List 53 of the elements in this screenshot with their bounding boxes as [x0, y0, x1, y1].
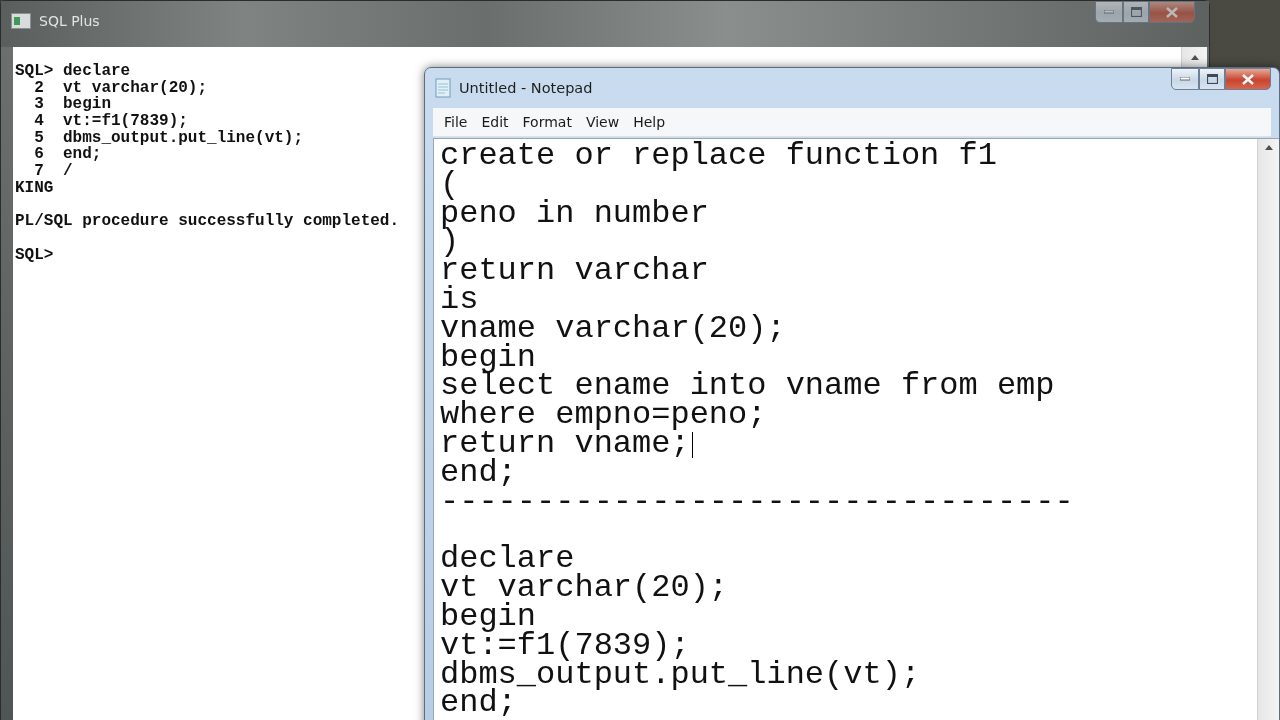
code-line: begin	[440, 344, 536, 371]
console-line: 4 vt:=f1(7839);	[33, 113, 188, 130]
scrollbar[interactable]	[1257, 139, 1279, 720]
code-line: ---------------------------------	[440, 488, 1074, 515]
maximize-icon	[1130, 7, 1142, 17]
console-line: PL/SQL procedure successfully completed.	[15, 213, 400, 230]
notepad-icon	[435, 78, 451, 98]
minimize-icon	[1104, 10, 1114, 14]
maximize-button[interactable]	[1199, 68, 1225, 90]
window-title: Untitled - Notepad	[459, 80, 593, 96]
code-line: dbms_output.put_line(vt);	[440, 661, 921, 688]
menu-item[interactable]: File	[437, 112, 475, 132]
window-title: SQL Plus	[39, 13, 100, 29]
code-line: is	[440, 287, 479, 313]
code-line: (	[440, 171, 460, 198]
code-line: return varchar	[440, 258, 709, 285]
minimize-button[interactable]	[1171, 68, 1199, 90]
code-line: where empno=peno;	[440, 402, 767, 429]
console-line: KING	[15, 179, 54, 197]
code-line: end;	[440, 459, 517, 486]
close-icon	[1166, 6, 1178, 18]
scroll-up-button[interactable]	[1182, 47, 1207, 68]
code-line: begin	[440, 603, 536, 630]
code-line: return vname;	[440, 430, 690, 457]
console-line: 2 vt varchar(20);	[33, 79, 208, 97]
console-line: 3 begin	[33, 96, 111, 114]
menu-item[interactable]: Help	[626, 112, 673, 132]
menu-item[interactable]: View	[578, 112, 627, 132]
console-line: SQL> declare	[15, 63, 131, 80]
console-line: 5 dbms_output.put_line(vt);	[33, 129, 304, 147]
code-line: select ename into vname from emp	[440, 373, 1055, 400]
code-line: end;	[440, 690, 517, 717]
maximize-icon	[1206, 74, 1218, 84]
code-line: )	[440, 229, 460, 256]
code-line: declare	[440, 546, 575, 573]
code-line: create or replace function f1	[440, 143, 997, 169]
menu-item[interactable]: Edit	[474, 112, 516, 132]
minimize-icon	[1180, 77, 1190, 81]
code-line: vname varchar(20);	[440, 315, 786, 342]
console-line: 7 /	[33, 163, 73, 180]
maximize-button[interactable]	[1123, 1, 1149, 23]
code-line: vt:=f1(7839);	[440, 632, 690, 659]
console-icon	[11, 13, 31, 29]
close-button[interactable]	[1225, 68, 1271, 90]
console-line: 6 end;	[33, 146, 102, 164]
close-button[interactable]	[1149, 1, 1195, 23]
close-icon	[1242, 73, 1254, 85]
code-line: peno in number	[440, 200, 709, 227]
menu-item[interactable]: Format	[515, 112, 579, 132]
console-line: SQL>	[15, 246, 54, 264]
scroll-up-icon[interactable]	[1263, 143, 1274, 151]
code-line: vt varchar(20);	[440, 575, 729, 602]
scroll-up-icon[interactable]	[1189, 53, 1200, 61]
